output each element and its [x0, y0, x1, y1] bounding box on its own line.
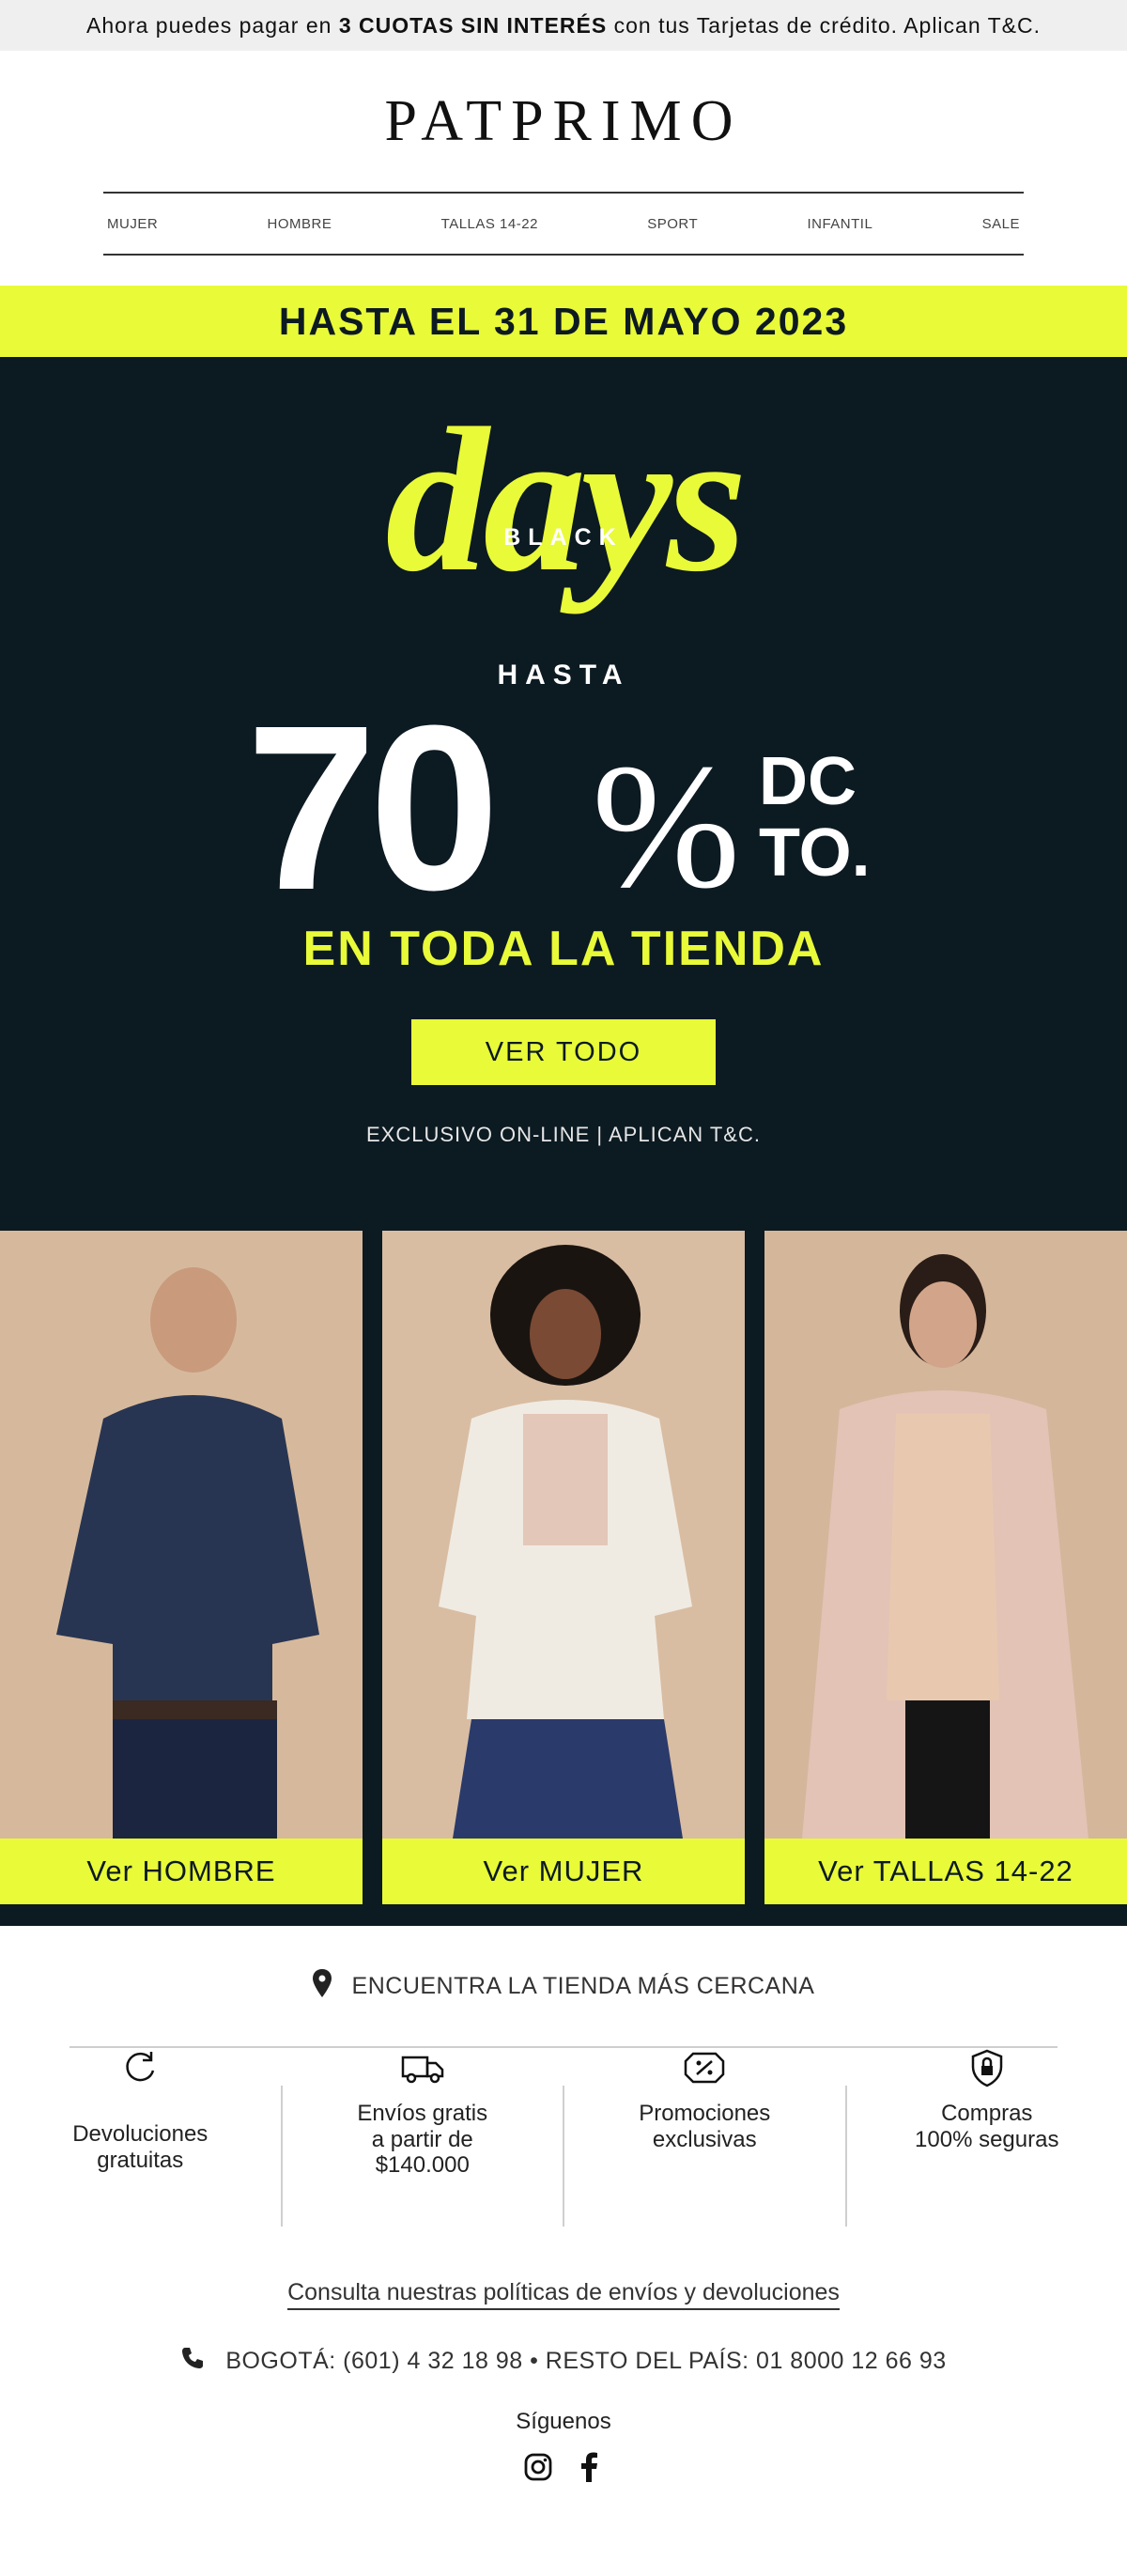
facebook-icon[interactable]: [572, 2450, 606, 2484]
phone-icon: [180, 2346, 205, 2377]
hero-banner[interactable]: days BLACK HASTA 70 % DC TO. EN TODA LA …: [0, 357, 1127, 1231]
nav-item-tallas[interactable]: TALLAS 14-22: [441, 216, 538, 232]
days-logo-word: days: [385, 385, 747, 614]
instagram-icon[interactable]: [521, 2450, 555, 2484]
shipping-returns-policy-link[interactable]: Consulta nuestras políticas de envíos y …: [287, 2279, 840, 2310]
benefit-line: Devoluciones: [72, 2121, 208, 2147]
installments-banner: Ahora puedes pagar en 3 CUOTAS SIN INTER…: [0, 0, 1127, 51]
discount-number: 70: [246, 676, 500, 939]
benefit-shipping: Envíos gratis a partir de $140.000: [280, 2056, 564, 2227]
store-finder-text: ENCUENTRA LA TIENDA MÁS CERCANA: [351, 1972, 815, 1999]
dc-text: DC: [759, 744, 857, 819]
discount-tag-icon: [685, 2052, 725, 2084]
tile-tallas[interactable]: Ver TALLAS 14-22: [764, 1231, 1127, 1904]
policy-block: Consulta nuestras políticas de envíos y …: [0, 2279, 1127, 2310]
main-nav: MUJER HOMBRE TALLAS 14-22 SPORT INFANTIL…: [103, 192, 1024, 256]
nav-item-sale[interactable]: SALE: [982, 216, 1020, 232]
to-text: TO.: [759, 815, 871, 891]
men-model-image: [0, 1231, 363, 1839]
benefit-line: a partir de: [371, 2126, 473, 2152]
promo-date-strip: HASTA EL 31 DE MAYO 2023: [0, 286, 1127, 357]
banner-text-post: con tus Tarjetas de crédito. Aplican T&C…: [613, 12, 1041, 38]
location-pin-icon: [312, 1968, 332, 2004]
banner-text-pre: Ahora puedes pagar en: [86, 12, 332, 38]
store-finder-link[interactable]: ENCUENTRA LA TIENDA MÁS CERCANA: [0, 1926, 1127, 2046]
tile-label: Ver TALLAS 14-22: [764, 1839, 1127, 1904]
contact-phones: BOGOTÁ: (601) 4 32 18 98 • RESTO DEL PAÍ…: [0, 2346, 1127, 2377]
tile-hombre[interactable]: Ver HOMBRE: [0, 1231, 363, 1904]
percent-sign: %: [592, 728, 741, 925]
women-model-image: [382, 1231, 745, 1839]
tile-label: Ver MUJER: [382, 1839, 745, 1904]
nav-item-sport[interactable]: SPORT: [647, 216, 698, 232]
benefit-secure: Compras 100% seguras: [844, 2049, 1127, 2227]
discount-suffix: DC TO.: [759, 744, 871, 891]
benefits-row: Devoluciones gratuitas Envíos gratis a p…: [0, 2048, 1127, 2264]
tile-label: Ver HOMBRE: [0, 1839, 363, 1904]
banner-text-bold: 3 CUOTAS SIN INTERÉS: [338, 12, 608, 38]
exclusive-online-note: EXCLUSIVO ON-LINE | APLICAN T&C.: [366, 1123, 761, 1146]
tile-mujer[interactable]: Ver MUJER: [382, 1231, 745, 1904]
brand-logo[interactable]: PATPRIMO: [0, 51, 1127, 192]
follow-us-label: Síguenos: [516, 2409, 611, 2434]
benefit-promotions: Promociones exclusivas: [563, 2052, 845, 2227]
benefit-line: 100% seguras: [915, 2126, 1059, 2152]
social-links: [0, 2450, 1127, 2484]
black-logo-word: BLACK: [503, 524, 624, 551]
benefit-line: Compras: [941, 2101, 1033, 2126]
phone-numbers-text: BOGOTÁ: (601) 4 32 18 98 • RESTO DEL PAÍ…: [225, 2348, 947, 2374]
nav-item-mujer[interactable]: MUJER: [107, 216, 158, 232]
truck-icon: [401, 2056, 443, 2084]
category-tiles: Ver HOMBRE Ver MUJER Ver TALLAS 14-22: [0, 1231, 1127, 1926]
benefit-line: exclusivas: [652, 2126, 757, 2152]
whole-store-label: EN TODA LA TIENDA: [302, 922, 825, 976]
plus-size-model-image: [764, 1231, 1127, 1839]
benefit-line: $140.000: [375, 2152, 470, 2179]
benefit-line: Envíos gratis: [357, 2101, 488, 2126]
nav-item-hombre[interactable]: HOMBRE: [267, 216, 332, 232]
benefit-returns: Devoluciones gratuitas: [0, 2052, 281, 2227]
shield-lock-icon: [971, 2049, 1002, 2087]
nav-item-infantil[interactable]: INFANTIL: [807, 216, 872, 232]
refresh-icon: [126, 2052, 155, 2082]
benefit-line: gratuitas: [97, 2147, 184, 2173]
benefit-line: Promociones: [639, 2101, 771, 2126]
hasta-label: HASTA: [497, 660, 630, 691]
ver-todo-button[interactable]: VER TODO: [411, 1019, 716, 1085]
